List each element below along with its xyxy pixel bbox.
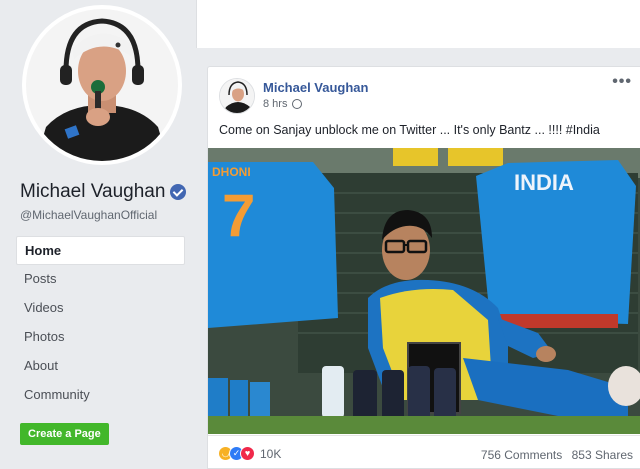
post-text: Come on Sanjay unblock me on Twitter ...… xyxy=(219,123,600,137)
post-photo[interactable]: DHONI 7 INDIA xyxy=(208,148,640,434)
avatar-image xyxy=(220,79,254,113)
more-options-icon[interactable]: ••• xyxy=(612,73,632,91)
spacer xyxy=(196,48,640,68)
create-page-button[interactable]: Create a Page xyxy=(20,423,109,445)
reactions-summary[interactable]: ◡ ✓ ♥ 10K xyxy=(218,446,281,461)
post-footer: ◡ ✓ ♥ 10K 756 Comments 853 Shares xyxy=(208,435,640,469)
jersey-number-text: 7 xyxy=(222,182,255,249)
reaction-count[interactable]: 10K xyxy=(260,447,281,461)
globe-icon[interactable] xyxy=(292,99,303,109)
love-reaction-icon: ♥ xyxy=(240,446,255,461)
shares-count[interactable]: 853 Shares xyxy=(572,448,633,462)
nav-item-home[interactable]: Home xyxy=(16,236,185,265)
nav-item-videos[interactable]: Videos xyxy=(16,294,185,323)
post-card: Michael Vaughan 8 hrs ••• Come on Sanjay… xyxy=(207,66,640,469)
verified-badge-icon xyxy=(170,184,187,200)
nav-item-photos[interactable]: Photos xyxy=(16,323,185,352)
post-stats: 756 Comments 853 Shares xyxy=(475,448,633,462)
jersey-name-text: DHONI xyxy=(212,165,251,179)
jersey-india-text: INDIA xyxy=(514,170,574,195)
nav-item-about[interactable]: About xyxy=(16,352,185,381)
post-author-name[interactable]: Michael Vaughan xyxy=(263,80,368,95)
nav-item-community[interactable]: Community xyxy=(16,381,185,410)
page-title[interactable]: Michael Vaughan xyxy=(20,181,165,203)
post-timestamp[interactable]: 8 hrs xyxy=(263,98,287,110)
comments-count[interactable]: 756 Comments xyxy=(481,448,562,462)
left-sidebar: Michael Vaughan @MichaelVaughanOfficial … xyxy=(0,0,196,469)
page-handle[interactable]: @MichaelVaughanOfficial xyxy=(20,208,157,222)
profile-photo-image xyxy=(26,9,178,161)
post-meta: 8 hrs xyxy=(263,98,303,110)
profile-picture[interactable] xyxy=(22,5,182,165)
top-panel xyxy=(196,0,640,48)
post-author-avatar[interactable] xyxy=(219,78,255,114)
post-photo-image: DHONI 7 INDIA xyxy=(208,148,640,434)
page-nav: Home Posts Videos Photos About Community xyxy=(16,236,185,410)
nav-item-posts[interactable]: Posts xyxy=(16,265,185,294)
page-name-row: Michael Vaughan xyxy=(20,181,187,203)
